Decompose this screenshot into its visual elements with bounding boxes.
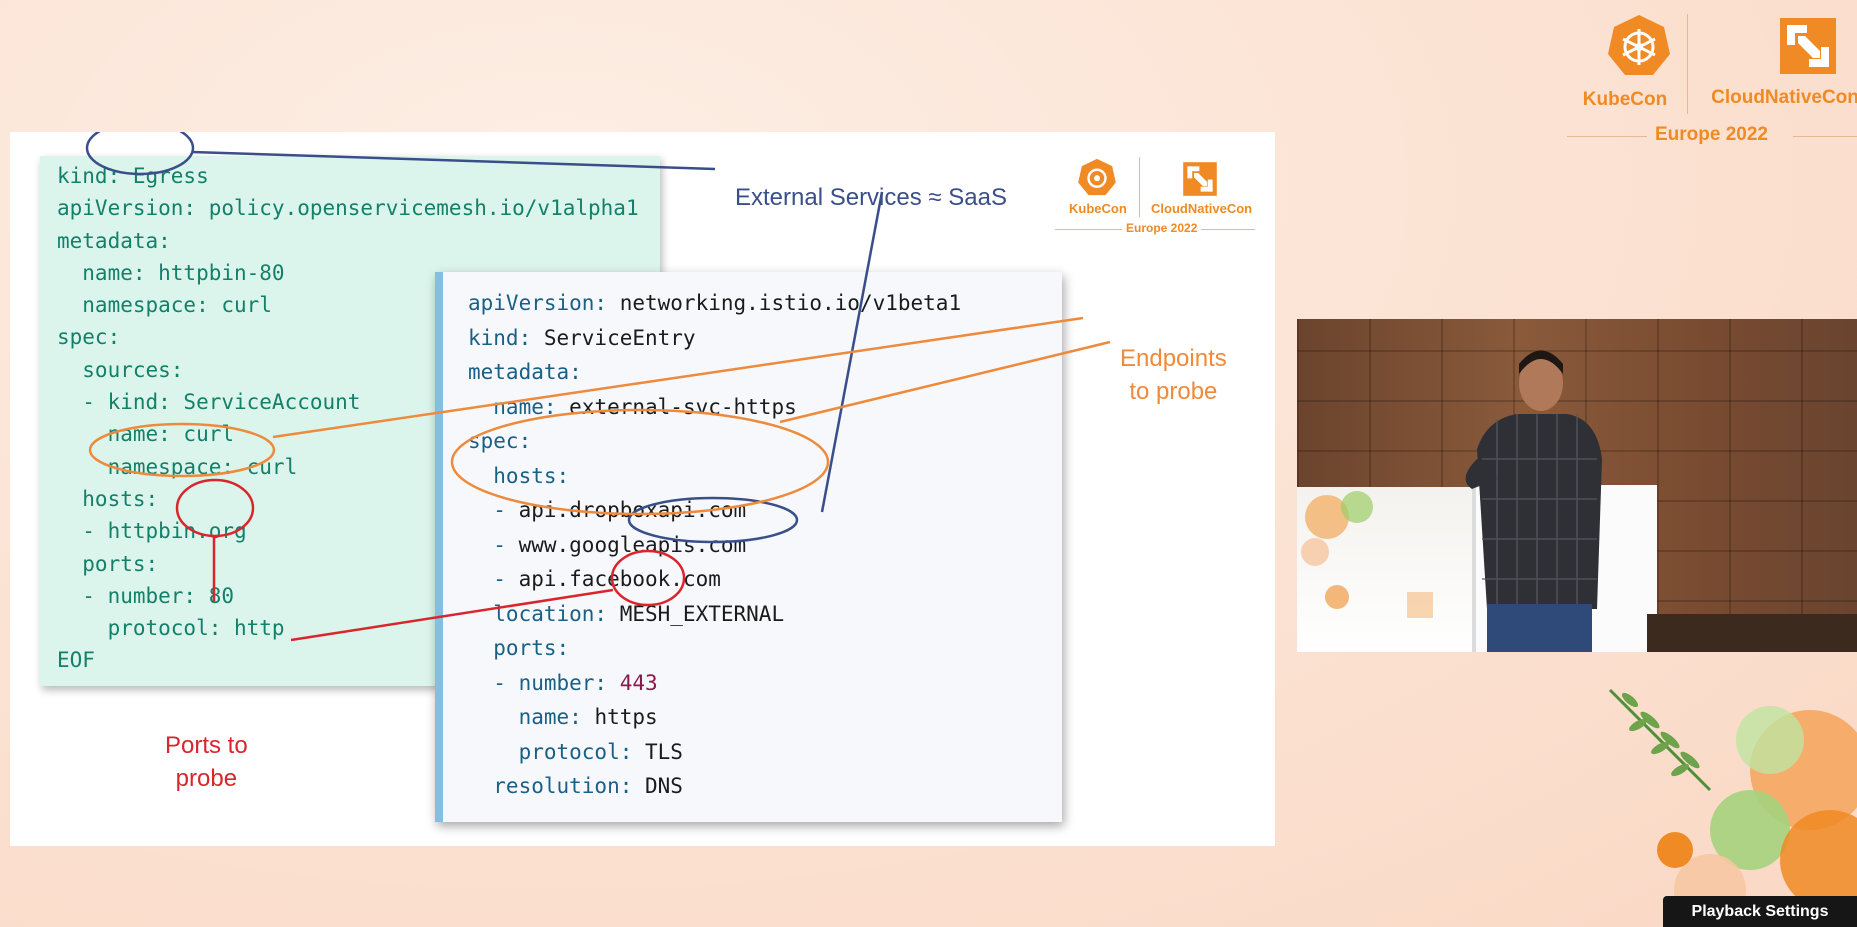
endpoints-label: Endpoints to probe xyxy=(1120,342,1227,408)
yaml-key: spec: xyxy=(468,429,532,453)
endpoints-label-line: to probe xyxy=(1129,378,1218,405)
yaml-line: protocol: TLS xyxy=(468,740,683,764)
playback-settings-button[interactable]: Playback Settings xyxy=(1663,896,1857,927)
edition-rule-left xyxy=(1567,136,1647,137)
yaml-key: ports: xyxy=(468,636,570,660)
yaml-line: - api.facebook.com xyxy=(468,567,721,591)
yaml-key: metadata: xyxy=(468,360,582,384)
speaker-video xyxy=(1297,319,1857,652)
yaml-line: name: https xyxy=(468,705,658,729)
slide-edition-label: Europe 2022 xyxy=(1122,221,1202,235)
yaml-line: resolution: DNS xyxy=(468,774,683,798)
yaml-key: - number: xyxy=(468,670,608,695)
yaml-key: apiVersion: xyxy=(468,291,608,315)
yaml-line: - api.dropboxapi.com xyxy=(468,498,746,522)
external-services-label: External Services ≈ SaaS xyxy=(735,184,1007,211)
service-entry-yaml-card: apiVersion: networking.istio.io/v1beta1 … xyxy=(435,272,1062,822)
ports-label: Ports to probe xyxy=(165,729,248,795)
yaml-key: hosts: xyxy=(468,463,570,488)
yaml-key: name: xyxy=(468,705,582,729)
cncf-logo-icon xyxy=(1779,18,1836,74)
yaml-key: location: xyxy=(468,601,608,626)
edition-rule-right xyxy=(1793,136,1857,137)
presentation-slide: kind: Egress apiVersion: policy.openserv… xyxy=(10,132,1275,846)
yaml-line: location: MESH_EXTERNAL xyxy=(468,602,784,626)
yaml-value: external-svc-https xyxy=(556,394,797,419)
yaml-value: https xyxy=(581,705,658,729)
yaml-line: ports: xyxy=(468,636,569,660)
ports-label-line: probe xyxy=(175,765,238,792)
speaker-figure xyxy=(1465,350,1602,652)
yaml-key: resolution: xyxy=(468,774,633,798)
yaml-line: - www.googleapis.com xyxy=(468,533,746,557)
yaml-value: TLS xyxy=(632,739,683,764)
yaml-value: api.dropboxapi.com xyxy=(505,498,747,522)
yaml-line: hosts: xyxy=(468,464,569,488)
yaml-value: MESH_EXTERNAL xyxy=(607,601,785,626)
slide-conference-logo: KubeCon CloudNativeCon Europe 2022 xyxy=(1055,157,1255,257)
yaml-value: 443 xyxy=(607,670,658,695)
yaml-key: kind: xyxy=(468,325,532,350)
yaml-line: apiVersion: networking.istio.io/v1beta1 xyxy=(468,291,961,315)
yaml-value: ServiceEntry xyxy=(531,325,696,350)
endpoints-label-line: Endpoints xyxy=(1120,345,1227,372)
yaml-key: name: xyxy=(468,394,557,419)
kubecon-logo: KubeCon xyxy=(1565,12,1685,111)
conference-branding: KubeCon CloudNativeCon Europe 2022 xyxy=(1565,12,1857,152)
card-accent-bar xyxy=(435,272,443,822)
slide-cloudnativecon-name: CloudNativeCon xyxy=(1151,201,1253,216)
kubecon-name: KubeCon xyxy=(1582,89,1668,110)
yaml-key: - xyxy=(468,532,506,557)
cloudnativecon-name: CloudNativeCon xyxy=(1711,87,1857,108)
service-entry-yaml-code: apiVersion: networking.istio.io/v1beta1 … xyxy=(468,286,961,804)
edition-row: Europe 2022 xyxy=(1565,124,1857,148)
edition-label: Europe 2022 xyxy=(1655,124,1768,145)
logo-divider xyxy=(1687,14,1688,114)
yaml-key: - xyxy=(468,498,506,522)
kubecon-logo-icon xyxy=(1078,158,1116,196)
yaml-value: networking.istio.io/v1beta1 xyxy=(607,291,962,315)
decorative-foliage xyxy=(1608,688,1857,926)
yaml-value: api.facebook.com xyxy=(505,567,721,591)
slide-logo-divider xyxy=(1139,157,1140,217)
yaml-line: kind: ServiceEntry xyxy=(468,326,696,350)
cncf-logo-icon xyxy=(1183,162,1217,196)
kubecon-logo-icon xyxy=(1607,15,1670,75)
yaml-key: - xyxy=(468,567,506,591)
slide-kubecon-name: KubeCon xyxy=(1069,201,1127,216)
yaml-key: protocol: xyxy=(468,739,633,764)
yaml-line: metadata: xyxy=(468,360,582,384)
ports-label-line: Ports to xyxy=(165,732,248,759)
yaml-line: name: external-svc-https xyxy=(468,394,797,419)
yaml-value: DNS xyxy=(632,774,683,798)
yaml-value: www.googleapis.com xyxy=(505,532,747,557)
yaml-line: spec: xyxy=(468,429,531,453)
cncf-logo: CloudNativeCon xyxy=(1705,12,1857,109)
yaml-line: - number: 443 xyxy=(468,670,658,695)
